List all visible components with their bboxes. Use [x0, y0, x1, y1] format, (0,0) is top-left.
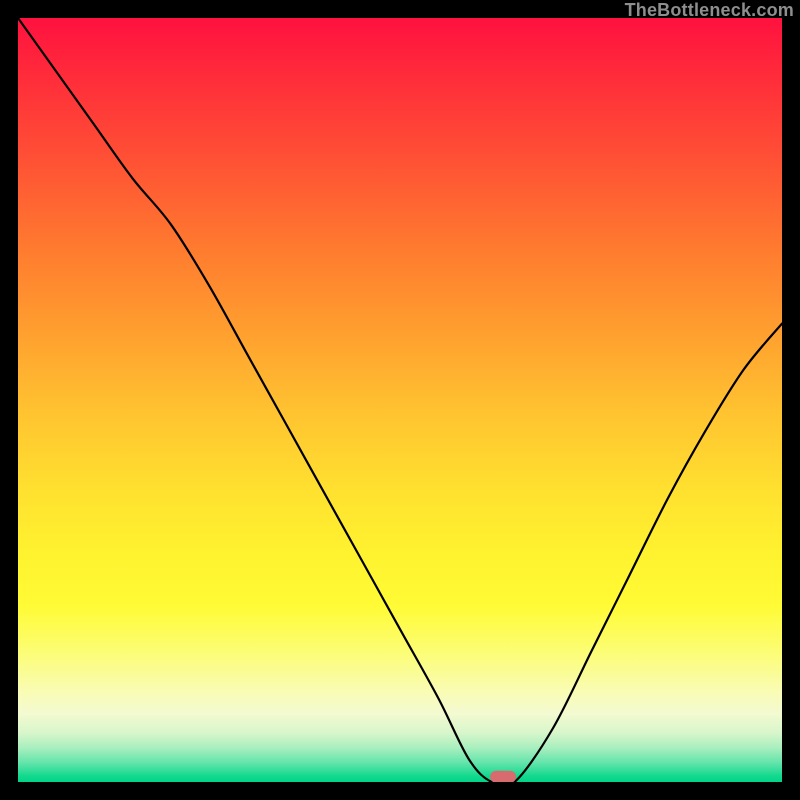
optimal-marker — [490, 771, 516, 782]
chart-frame: { "watermark": "TheBottleneck.com", "cha… — [0, 0, 800, 800]
bottleneck-curve — [18, 18, 782, 782]
curve-svg — [18, 18, 782, 782]
plot-area — [18, 18, 782, 782]
